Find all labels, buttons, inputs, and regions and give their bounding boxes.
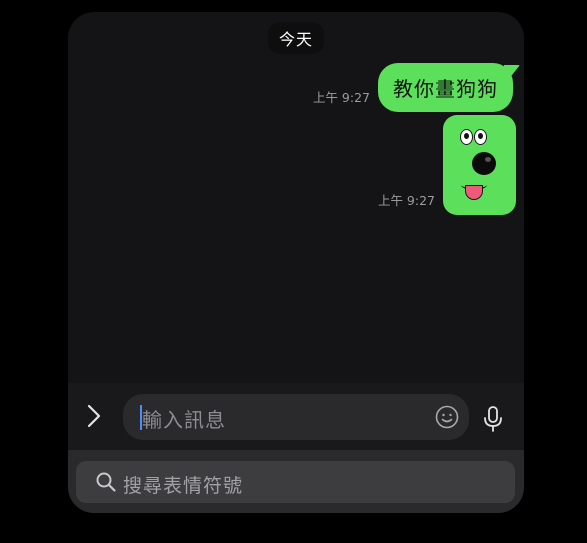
search-icon [95, 471, 117, 493]
message-input[interactable]: 輸入訊息 [123, 394, 469, 440]
sticker-tongue [465, 185, 483, 200]
message-timestamp: 上午 9:27 [312, 90, 370, 105]
date-separator: 今天 [267, 22, 325, 54]
message-bubble[interactable]: 教你畫狗狗 [378, 63, 513, 112]
chevron-right-icon[interactable] [81, 401, 107, 431]
microphone-icon[interactable] [481, 405, 505, 433]
sticker-eye [460, 129, 473, 145]
message-composer: 輸入訊息 [68, 383, 524, 450]
message-input-placeholder: 輸入訊息 [142, 408, 226, 432]
emoji-search-placeholder: 搜尋表情符號 [123, 475, 244, 497]
sticker-nose [472, 152, 496, 175]
emoji-panel: 搜尋表情符號 [68, 450, 524, 513]
message-row: 上午 9:27 [378, 115, 516, 215]
dog-sticker[interactable] [443, 115, 516, 215]
message-timestamp: 上午 9:27 [377, 193, 435, 208]
chat-window: 今天 上午 9:27 教你畫狗狗 上午 9:27 輸入訊息 搜尋表情符號 [68, 12, 524, 513]
smiley-icon[interactable] [435, 405, 459, 429]
sticker-eye [474, 129, 487, 145]
emoji-search-field[interactable]: 搜尋表情符號 [76, 461, 515, 503]
message-row: 上午 9:27 教你畫狗狗 [313, 63, 513, 112]
